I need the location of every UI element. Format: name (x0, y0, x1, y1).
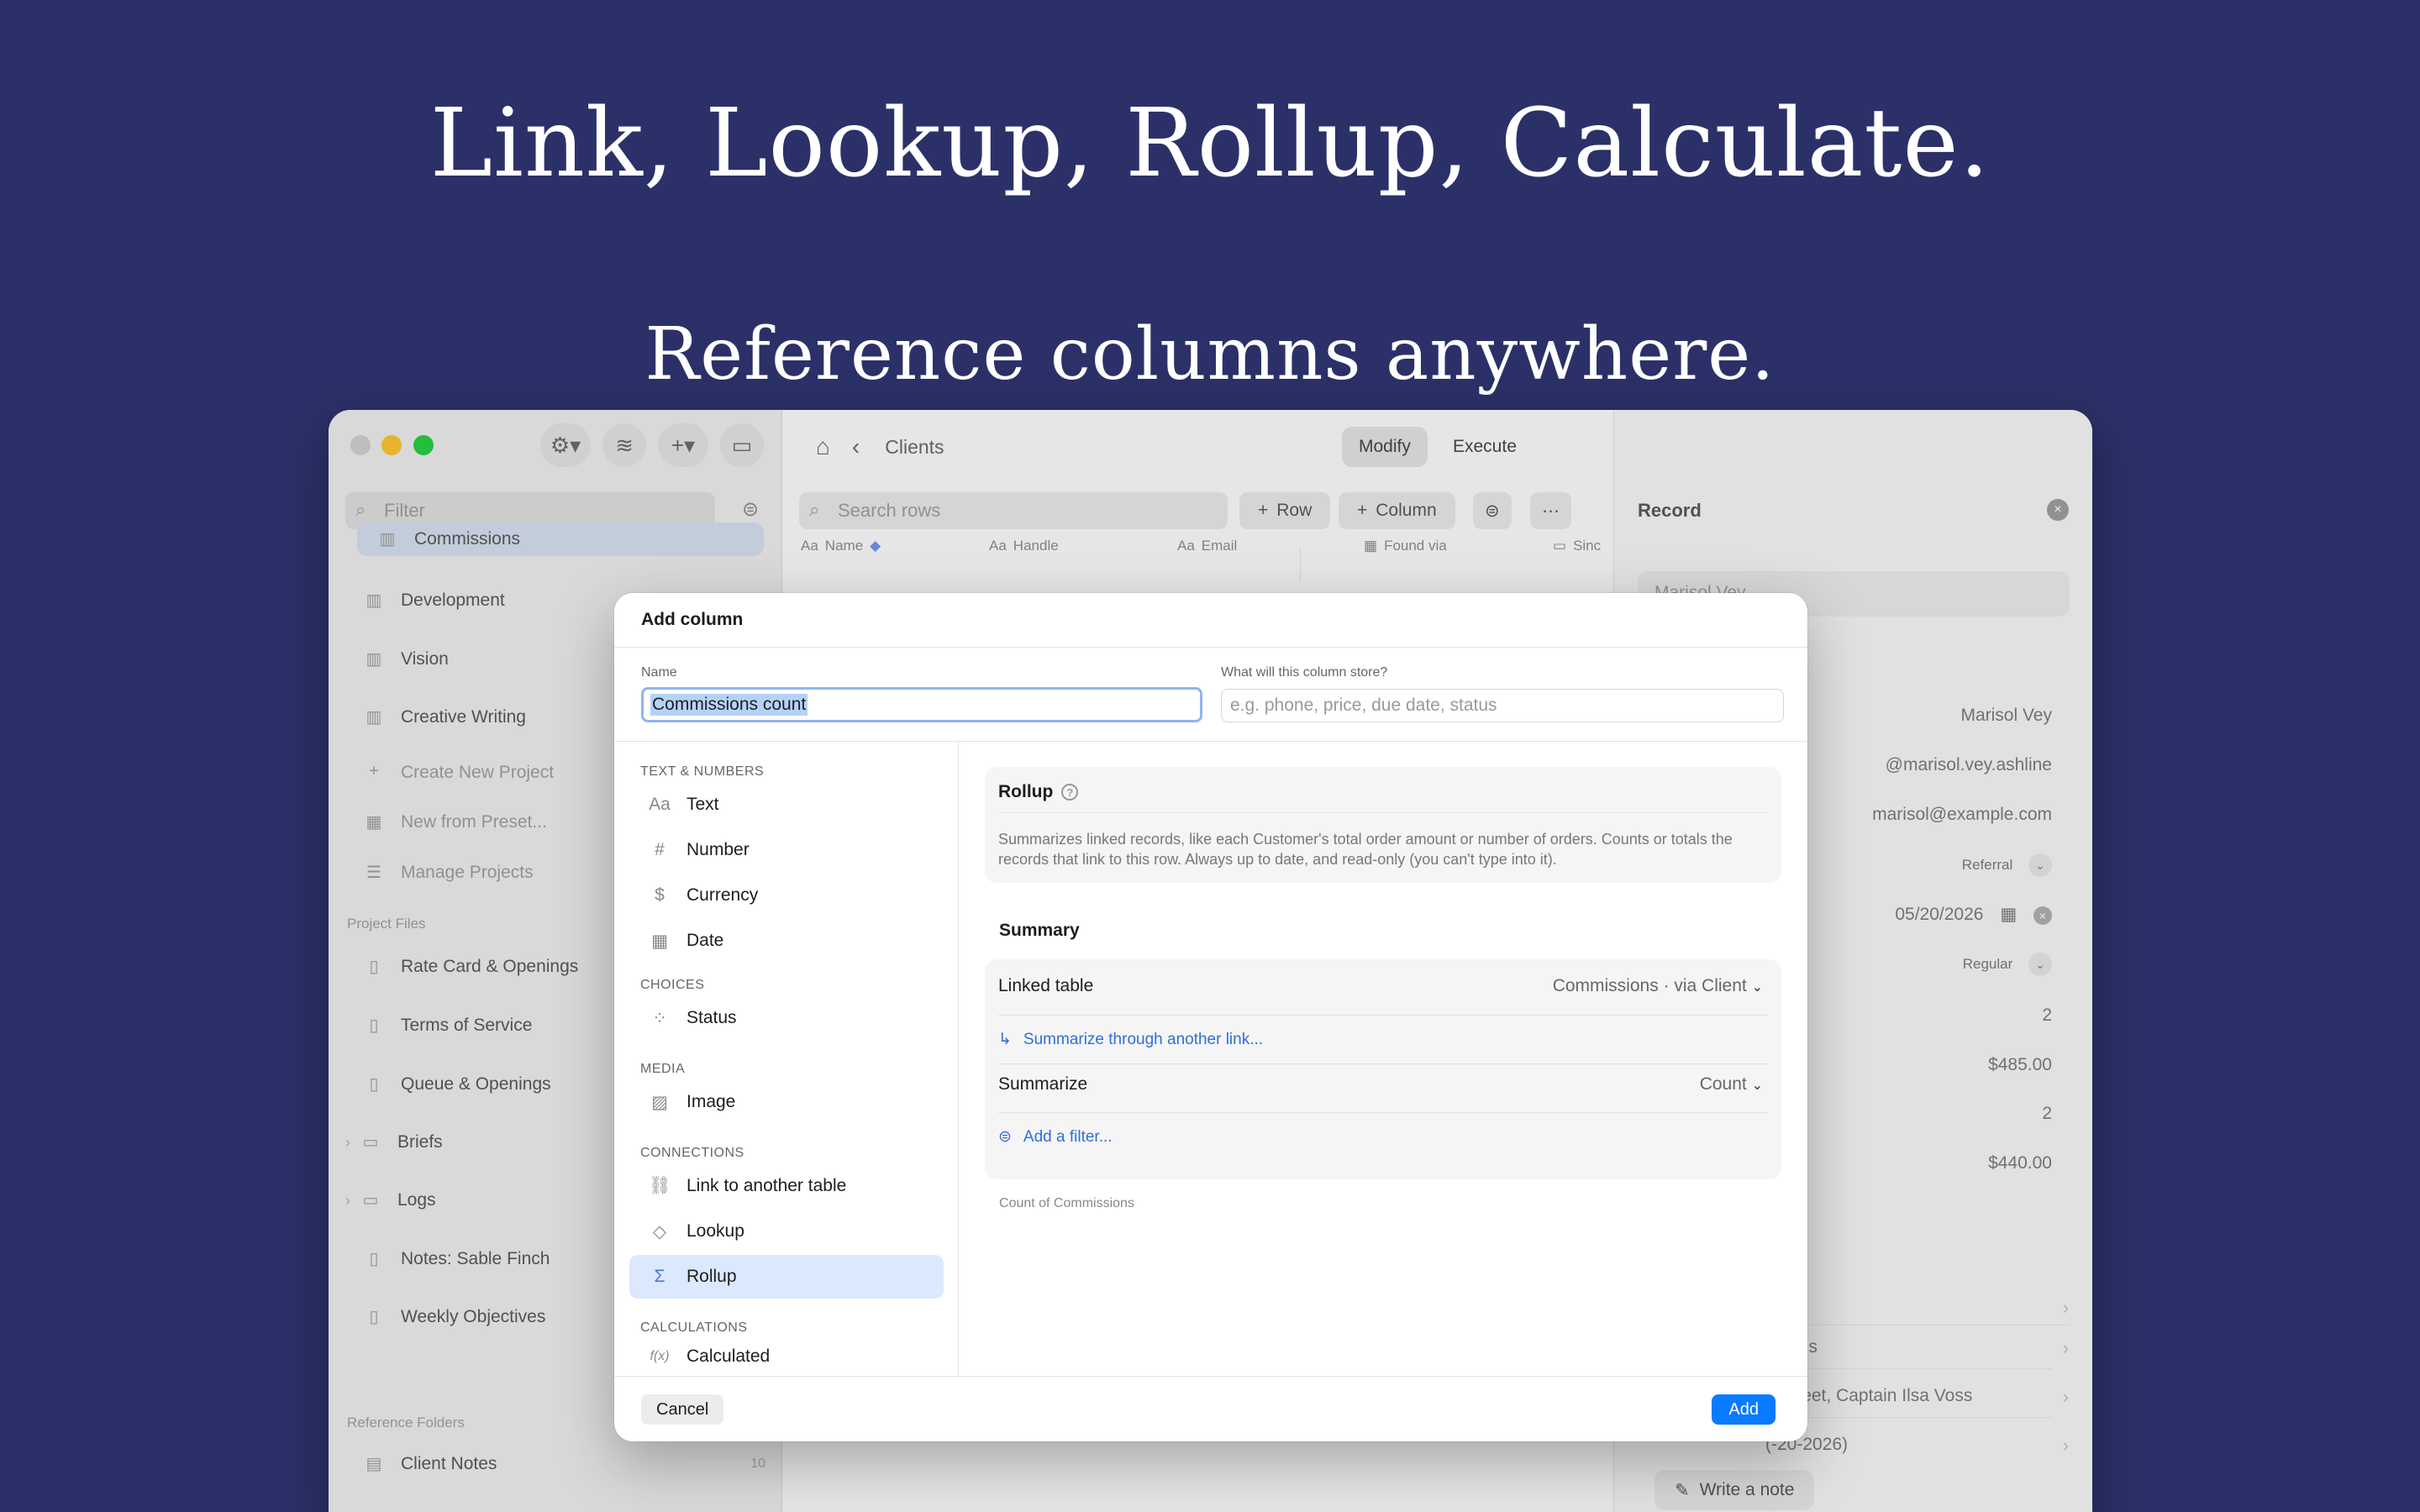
section-text-numbers: TEXT & NUMBERS (640, 764, 765, 779)
function-icon: f(x) (650, 1349, 670, 1363)
section-media: MEDIA (640, 1062, 686, 1076)
filter-icon: ⊜ (998, 1128, 1012, 1146)
name-input-value: Commissions count (650, 694, 808, 716)
store-label: What will this column store? (1221, 665, 1388, 680)
divider (614, 647, 1807, 648)
summary-header: Summary (999, 921, 1080, 940)
add-filter-text: Add a filter... (1023, 1127, 1113, 1146)
type-title: Rollup ? (998, 782, 1079, 802)
type-label: Text (687, 795, 719, 814)
type-currency[interactable]: $ Currency (629, 874, 944, 917)
hero-subtitle: Reference columns anywhere. (644, 312, 1776, 396)
divider (998, 1063, 1768, 1064)
summarize-label: Summarize (998, 1074, 1088, 1094)
summarize-through-link[interactable]: ↳ Summarize through another link... (998, 1030, 1263, 1049)
summarize-value: Count (1699, 1074, 1747, 1094)
type-title-text: Rollup (998, 782, 1054, 801)
name-label: Name (641, 665, 677, 680)
type-label: Rollup (687, 1267, 737, 1286)
linked-table-label: Linked table (998, 976, 1094, 995)
type-link[interactable]: ⛓ Link to another table (629, 1164, 944, 1208)
store-input[interactable]: e.g. phone, price, due date, status (1221, 689, 1784, 722)
type-calculated[interactable]: f(x) Calculated (629, 1337, 944, 1376)
text-type-icon: Aa (649, 795, 671, 814)
type-number[interactable]: # Number (629, 828, 944, 872)
section-calculations: CALCULATIONS (640, 1320, 748, 1335)
type-lookup[interactable]: ◇ Lookup (629, 1210, 944, 1253)
dialog-title: Add column (641, 610, 744, 629)
type-rollup[interactable]: Σ Rollup (629, 1255, 944, 1299)
type-label: Image (687, 1092, 736, 1111)
divider (614, 1376, 1807, 1377)
type-label: Status (687, 1008, 737, 1027)
status-icon: ⁘ (652, 1008, 667, 1028)
sigma-icon: Σ (654, 1267, 666, 1286)
linked-table-select[interactable]: Commissions · via Client ⌄ (1553, 976, 1763, 996)
type-description-card: Rollup ? Summarizes linked records, like… (985, 767, 1781, 883)
type-text[interactable]: Aa Text (629, 783, 944, 827)
chevron-down-icon: ⌄ (1751, 1079, 1763, 1093)
section-choices: CHOICES (640, 978, 705, 992)
dollar-icon: $ (655, 885, 665, 905)
divider (998, 812, 1768, 813)
divider (998, 1112, 1768, 1113)
type-label: Currency (687, 885, 759, 905)
link-icon: ⛓ (648, 1176, 671, 1195)
chevron-down-icon: ⌄ (1751, 980, 1763, 995)
type-label: Number (687, 840, 750, 859)
hero-title: Link, Lookup, Rollup, Calculate. (429, 89, 1991, 198)
summary-card: Linked table Commissions · via Client ⌄ … (985, 959, 1781, 1179)
type-label: Link to another table (687, 1176, 847, 1195)
add-column-dialog: Add column Name Commissions count What w… (614, 593, 1807, 1441)
divider (998, 1015, 1768, 1016)
cancel-button[interactable]: Cancel (641, 1394, 724, 1425)
add-button[interactable]: Add (1712, 1394, 1776, 1425)
summarize-select[interactable]: Count ⌄ (1700, 1074, 1763, 1095)
help-icon[interactable]: ? (1061, 784, 1079, 801)
store-placeholder: e.g. phone, price, due date, status (1230, 696, 1497, 715)
calendar-icon: ▦ (651, 931, 668, 951)
name-input[interactable]: Commissions count (641, 687, 1202, 722)
summarize-through-text: Summarize through another link... (1023, 1030, 1264, 1048)
column-type-list: TEXT & NUMBERS Aa Text # Number $ Curren… (614, 741, 959, 1376)
type-status[interactable]: ⁘ Status (629, 996, 944, 1040)
type-description: Summarizes linked records, like each Cus… (998, 831, 1733, 868)
type-date[interactable]: ▦ Date (629, 919, 944, 963)
type-label: Lookup (687, 1221, 744, 1241)
arrow-turn-icon: ↳ (998, 1031, 1012, 1048)
hash-icon: # (655, 840, 665, 859)
linked-table-value: Commissions · via Client (1552, 976, 1747, 995)
rollup-footnote: Count of Commissions (999, 1196, 1134, 1210)
type-image[interactable]: ▨ Image (629, 1080, 944, 1124)
type-label: Calculated (687, 1347, 771, 1366)
section-connections: CONNECTIONS (640, 1146, 744, 1160)
add-filter-link[interactable]: ⊜ Add a filter... (998, 1127, 1113, 1147)
lookup-icon: ◇ (652, 1221, 667, 1242)
image-icon: ▨ (651, 1092, 668, 1112)
column-type-detail: Rollup ? Summarizes linked records, like… (959, 741, 1807, 1376)
type-label: Date (687, 931, 724, 950)
